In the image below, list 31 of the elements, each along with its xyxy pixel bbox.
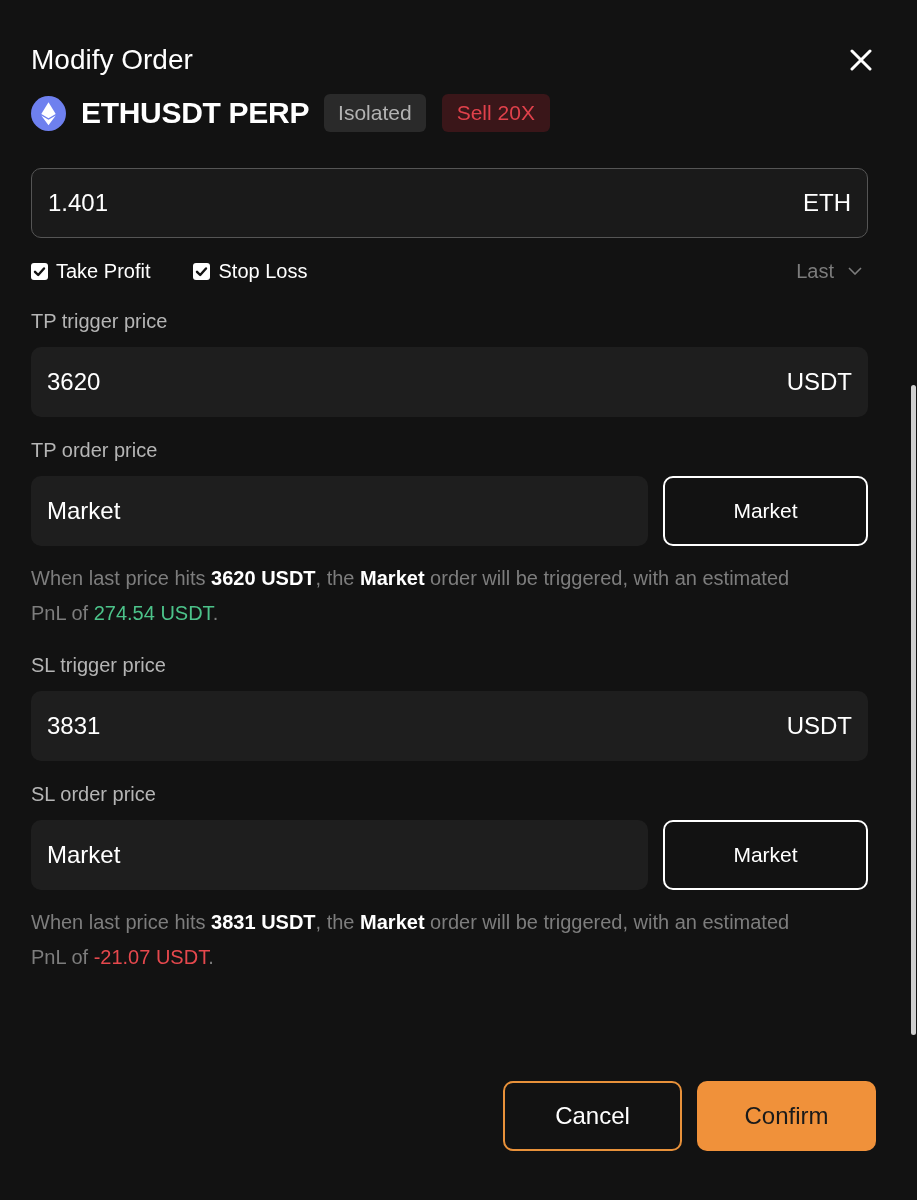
instrument-tag: Sell 20X <box>441 94 550 132</box>
checkbox-checked-icon[interactable] <box>193 262 211 280</box>
checkbox-label[interactable]: Take Profit <box>56 259 151 283</box>
order-type-button[interactable]: Market <box>663 476 868 546</box>
unit-label: USDT <box>786 368 852 396</box>
scrollbar-thumb[interactable] <box>911 385 916 1035</box>
field-label: SL trigger price <box>31 653 167 678</box>
checkbox-checked-icon[interactable] <box>31 262 48 280</box>
order-type-button[interactable]: Market <box>663 820 868 890</box>
amount-field[interactable]: 1.401 ETH <box>31 168 868 238</box>
trigger-note: When last price hits 3620 USDT, the Market order will be triggered, with an estimated PnL of 274.54 USDT. <box>31 566 791 626</box>
unit-label: USDT <box>786 712 852 740</box>
diamond-coin-icon <box>31 95 66 131</box>
confirm-button[interactable]: Confirm <box>697 1081 876 1151</box>
close-icon[interactable] <box>850 49 872 71</box>
order-price-field[interactable]: Market <box>31 820 648 890</box>
order-price-field[interactable]: Market <box>31 476 648 546</box>
checkbox-label[interactable]: Stop Loss <box>218 259 308 283</box>
trigger-note: When last price hits 3831 USDT, the Market order will be triggered, with an estimated PnL of -21.07 USDT. <box>31 910 791 970</box>
cancel-button[interactable]: Cancel <box>503 1081 682 1151</box>
field-label: TP trigger price <box>31 309 169 334</box>
unit-label: ETH <box>803 189 851 217</box>
instrument-tag: Isolated <box>324 94 426 132</box>
trigger-price-field[interactable]: 3831 USDT <box>31 691 868 761</box>
trigger-price-field[interactable]: 3620 USDT <box>31 347 868 417</box>
chevron-down-icon <box>848 267 862 275</box>
price-type-dropdown[interactable]: Last <box>796 259 862 283</box>
dialog-title: Modify Order <box>31 43 193 77</box>
field-label: SL order price <box>31 782 157 807</box>
field-label: TP order price <box>31 438 159 463</box>
instrument-symbol: ETHUSDT PERP <box>81 96 310 130</box>
